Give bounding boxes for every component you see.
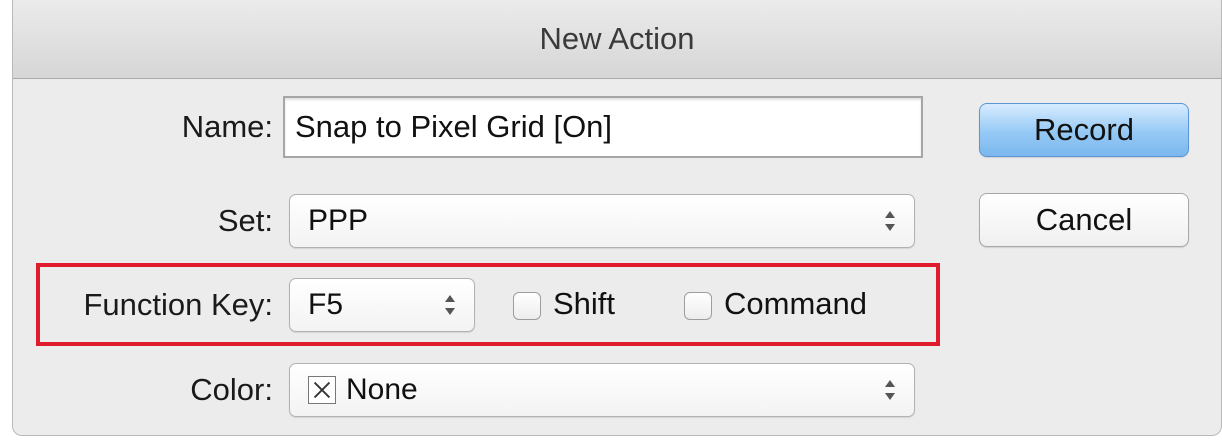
cancel-button[interactable]: Cancel <box>979 193 1189 247</box>
no-color-x-icon <box>308 376 336 404</box>
color-label: Color: <box>190 372 273 407</box>
set-select-value: PPP <box>308 204 369 237</box>
name-label: Name: <box>181 109 273 144</box>
new-action-dialog: New Action Name: Set: PPP Function Key: … <box>12 0 1222 436</box>
set-select[interactable]: PPP <box>289 194 915 248</box>
function-key-highlight-box <box>36 263 940 346</box>
color-select-value: None <box>346 373 418 406</box>
record-button[interactable]: Record <box>979 103 1189 157</box>
color-select[interactable]: None <box>289 363 915 417</box>
set-label: Set: <box>217 203 273 238</box>
select-stepper-icon <box>885 211 895 231</box>
select-stepper-icon <box>885 380 895 400</box>
dialog-title: New Action <box>13 0 1221 79</box>
name-input[interactable] <box>283 96 923 158</box>
